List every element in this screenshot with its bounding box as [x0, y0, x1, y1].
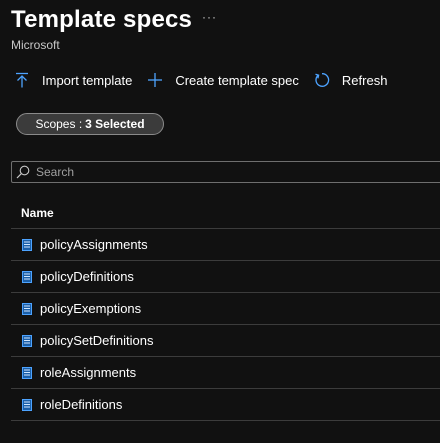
plus-icon	[147, 71, 163, 89]
template-spec-icon	[22, 302, 32, 315]
upload-icon	[14, 71, 30, 89]
table-row[interactable]: policyDefinitions	[11, 261, 440, 293]
table-body: policyAssignments policyDefinitions policy…	[11, 229, 440, 421]
refresh-label: Refresh	[341, 72, 388, 88]
template-spec-name[interactable]: policyDefinitions	[40, 269, 134, 284]
create-template-spec-label: Create template spec	[175, 72, 299, 88]
template-spec-icon	[22, 334, 32, 347]
title-row: Template specs	[11, 6, 192, 34]
table-row[interactable]: roleDefinitions	[11, 389, 440, 421]
toolbar: Import template Create template spec Ref…	[14, 68, 402, 92]
template-spec-icon	[22, 366, 32, 379]
search-icon	[16, 165, 30, 179]
template-spec-name[interactable]: policySetDefinitions	[40, 333, 153, 348]
table-row[interactable]: policySetDefinitions	[11, 325, 440, 357]
table-row[interactable]: policyAssignments	[11, 229, 440, 261]
search-input[interactable]	[36, 165, 416, 179]
scopes-value: 3 Selected	[85, 117, 145, 131]
template-spec-icon	[22, 270, 32, 283]
column-header-name[interactable]: Name	[11, 197, 440, 229]
template-spec-name[interactable]: policyExemptions	[40, 301, 141, 316]
import-template-button[interactable]: Import template	[14, 71, 132, 89]
create-template-spec-button[interactable]: Create template spec	[147, 71, 299, 89]
page-subtitle: Microsoft	[11, 38, 60, 52]
refresh-icon	[314, 71, 330, 89]
refresh-button[interactable]: Refresh	[314, 71, 388, 89]
template-spec-name[interactable]: roleDefinitions	[40, 397, 122, 412]
import-template-label: Import template	[42, 72, 133, 88]
search-box[interactable]	[11, 161, 440, 183]
scopes-prefix: Scopes :	[35, 117, 83, 131]
more-options-icon[interactable]: ···	[202, 10, 217, 24]
scopes-filter-pill[interactable]: Scopes : 3 Selected	[16, 113, 164, 135]
template-spec-name[interactable]: roleAssignments	[40, 365, 136, 380]
table-row[interactable]: roleAssignments	[11, 357, 440, 389]
page-title: Template specs	[11, 6, 193, 33]
template-spec-name[interactable]: policyAssignments	[40, 237, 148, 252]
template-spec-icon	[22, 238, 32, 251]
table-row[interactable]: policyExemptions	[11, 293, 440, 325]
template-specs-table: Name policyAssignments policyDefinitions p…	[11, 197, 440, 421]
template-spec-icon	[22, 398, 32, 411]
template-specs-page: Template specs ··· Microsoft Import temp…	[0, 0, 440, 443]
